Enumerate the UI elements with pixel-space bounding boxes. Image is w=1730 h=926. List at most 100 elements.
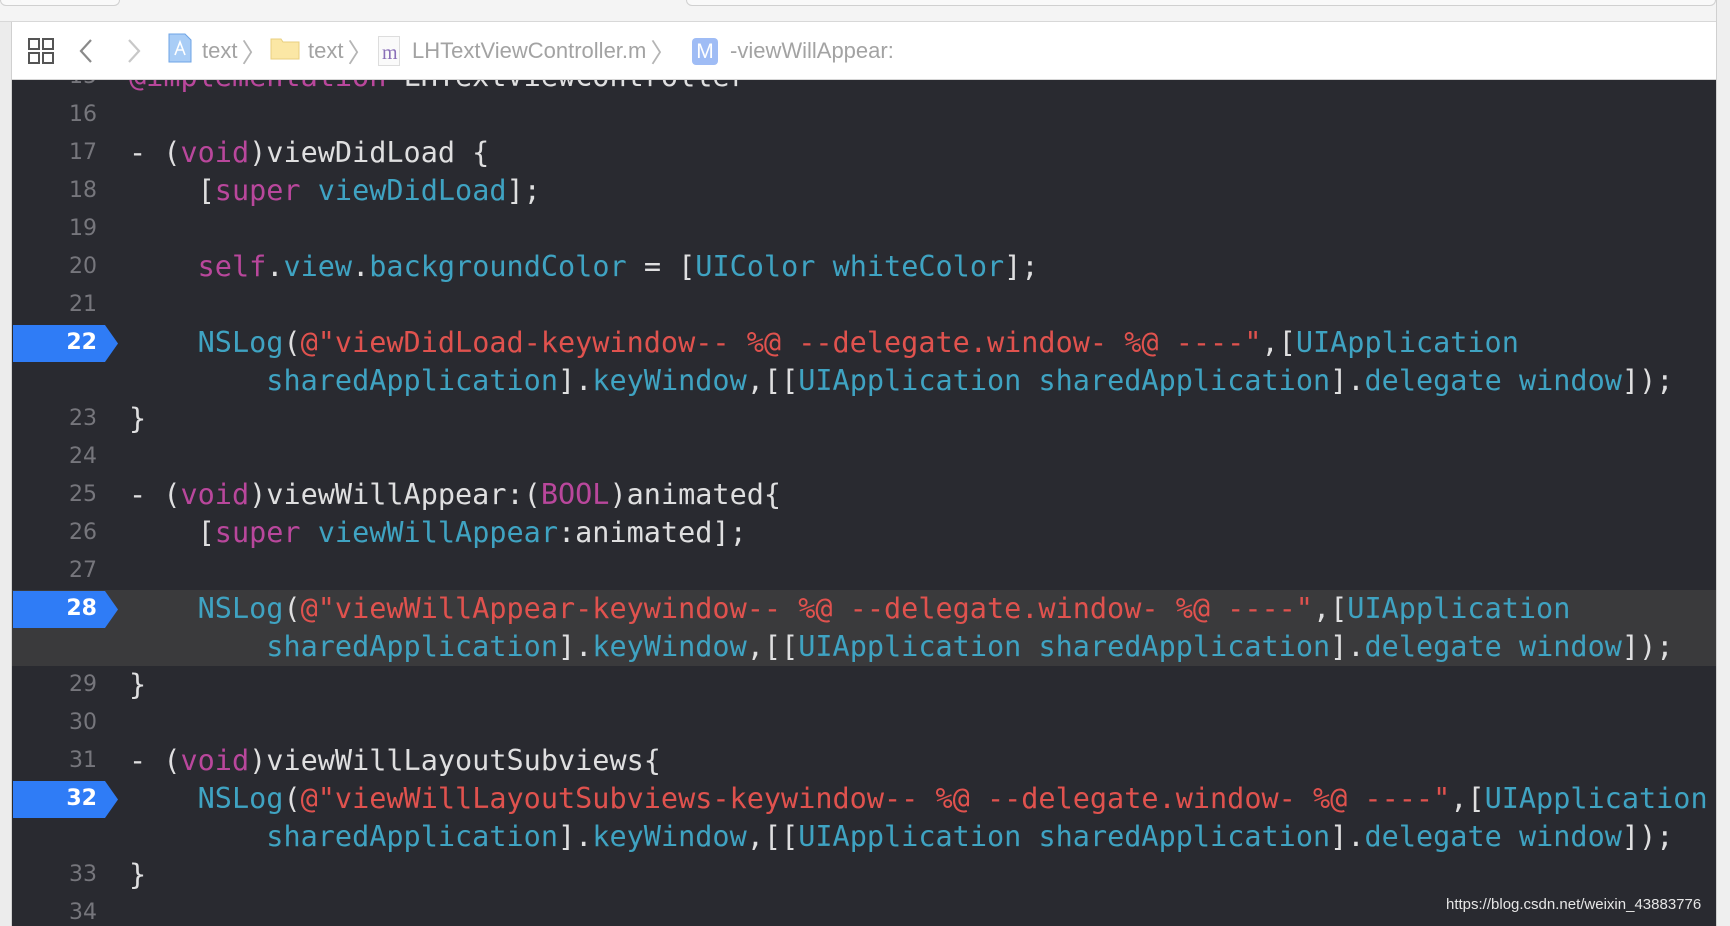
identifier-token: sharedApplication: [266, 364, 558, 397]
code-line[interactable]: 27: [12, 552, 1716, 590]
line-number[interactable]: 32: [12, 780, 97, 818]
keyword-token: void: [180, 744, 250, 777]
code-line[interactable]: 31 - (void)viewWillLayoutSubviews{: [12, 742, 1716, 780]
tab-bar: [0, 0, 1730, 22]
tab[interactable]: [0, 0, 120, 6]
code-line[interactable]: 18 [super viewDidLoad];: [12, 172, 1716, 210]
code-line[interactable]: 19: [12, 210, 1716, 248]
scrollbar[interactable]: [1716, 0, 1730, 926]
code-line[interactable]: 28 NSLog(@"viewWillAppear-keywindow-- %@…: [12, 590, 1716, 628]
code-line[interactable]: 30: [12, 704, 1716, 742]
identifier-token: delegate: [1364, 364, 1502, 397]
code-line[interactable]: 24: [12, 438, 1716, 476]
line-number[interactable]: 28: [12, 590, 97, 628]
identifier-token: sharedApplication: [1038, 630, 1331, 663]
code-text: [super viewDidLoad];: [129, 172, 541, 210]
line-number[interactable]: 24: [12, 438, 97, 476]
string-token: @"viewWillAppear-keywindow-- %@ --delega…: [300, 592, 1313, 625]
code-text: sharedApplication].keyWindow,[[UIApplica…: [129, 362, 1673, 400]
identifier-token: viewWillAppear: [317, 516, 558, 549]
crumb-project[interactable]: text 〉: [168, 22, 267, 80]
identifier-token: sharedApplication: [266, 820, 558, 853]
line-number[interactable]: 19: [12, 210, 97, 248]
line-number[interactable]: 30: [12, 704, 97, 742]
line-number[interactable]: 26: [12, 514, 97, 552]
line-number[interactable]: 23: [12, 400, 97, 438]
line-number[interactable]: 15: [12, 80, 97, 96]
identifier-token: window: [1518, 364, 1622, 397]
plain-token: ];: [506, 174, 541, 207]
identifier-token: UIApplication: [798, 630, 1022, 663]
identifier-token: viewDidLoad: [317, 174, 507, 207]
code-line-continuation[interactable]: sharedApplication].keyWindow,[[UIApplica…: [12, 628, 1716, 666]
plain-token: [: [129, 174, 215, 207]
identifier-token: window: [1518, 630, 1622, 663]
identifier-token: whiteColor: [832, 250, 1005, 283]
line-number[interactable]: 21: [12, 286, 97, 324]
plain-token: - (: [129, 136, 181, 169]
line-number[interactable]: 17: [12, 134, 97, 172]
plain-token: .: [266, 250, 284, 283]
keyword-token: @implementation: [129, 80, 386, 93]
related-items-grid-icon[interactable]: [27, 22, 55, 80]
identifier-token: NSLog: [197, 326, 284, 359]
code-line[interactable]: 15 @implementation LHTextViewController: [12, 80, 1716, 96]
line-number[interactable]: 20: [12, 248, 97, 286]
crumb-file[interactable]: m LHTextViewController.m 〉: [378, 22, 676, 80]
file-badge: m: [382, 42, 398, 64]
code-line[interactable]: 21: [12, 286, 1716, 324]
back-chevron-icon[interactable]: [78, 22, 94, 80]
line-number[interactable]: 31: [12, 742, 97, 780]
code-text: NSLog(@"viewWillAppear-keywindow-- %@ --…: [129, 590, 1571, 628]
line-number[interactable]: 34: [12, 894, 97, 926]
code-editor[interactable]: 15 @implementation LHTextViewController 16…: [12, 80, 1716, 926]
identifier-token: UIColor: [695, 250, 816, 283]
line-number[interactable]: 25: [12, 476, 97, 514]
plain-token: [: [129, 516, 215, 549]
code-line-continuation[interactable]: sharedApplication].keyWindow,[[UIApplica…: [12, 362, 1716, 400]
line-number[interactable]: 16: [12, 96, 97, 134]
plain-token: :animated];: [557, 516, 747, 549]
plain-token: ,[[: [746, 820, 799, 853]
plain-token: ];: [1004, 250, 1039, 283]
crumb-folder[interactable]: text 〉: [270, 22, 373, 80]
plain-token: ].: [1330, 630, 1365, 663]
crumb-separator-icon: 〉: [347, 37, 374, 68]
identifier-token: UIApplication: [798, 364, 1022, 397]
plain-token: LHTextViewController: [386, 80, 747, 93]
code-line[interactable]: 20 self.view.backgroundColor = [UIColor …: [12, 248, 1716, 286]
plain-token: ]);: [1621, 820, 1674, 853]
line-number[interactable]: 27: [12, 552, 97, 590]
line-number[interactable]: 33: [12, 856, 97, 894]
plain-token: )viewDidLoad {: [249, 136, 490, 169]
code-line[interactable]: 22 NSLog(@"viewDidLoad-keywindow-- %@ --…: [12, 324, 1716, 362]
identifier-token: sharedApplication: [266, 630, 558, 663]
tab[interactable]: [686, 0, 1716, 6]
crumb-label: text: [308, 38, 344, 63]
line-number[interactable]: 22: [12, 324, 97, 362]
code-line[interactable]: 16: [12, 96, 1716, 134]
code-line[interactable]: 23}: [12, 400, 1716, 438]
objc-file-icon: m: [378, 36, 400, 66]
line-number[interactable]: 29: [12, 666, 97, 704]
watermark: https://blog.csdn.net/weixin_43883776: [1446, 896, 1702, 913]
code-line[interactable]: 33}: [12, 856, 1716, 894]
code-line[interactable]: 25 - (void)viewWillAppear:(BOOL)animated{: [12, 476, 1716, 514]
identifier-token: sharedApplication: [1038, 364, 1331, 397]
code-text: self.view.backgroundColor = [UIColor whi…: [129, 248, 1039, 286]
code-line-continuation[interactable]: sharedApplication].keyWindow,[[UIApplica…: [12, 818, 1716, 856]
plain-token: - (: [129, 478, 181, 511]
code-line[interactable]: 17 - (void)viewDidLoad {: [12, 134, 1716, 172]
forward-chevron-icon[interactable]: [126, 22, 142, 80]
code-line[interactable]: 26 [super viewWillAppear:animated];: [12, 514, 1716, 552]
keyword-token: self: [197, 250, 267, 283]
code-line[interactable]: 29}: [12, 666, 1716, 704]
code-text: sharedApplication].keyWindow,[[UIApplica…: [129, 818, 1673, 856]
line-number[interactable]: 18: [12, 172, 97, 210]
plain-token: ,[[: [746, 630, 799, 663]
crumb-method[interactable]: M -viewWillAppear:: [692, 22, 894, 80]
code-line[interactable]: 32 NSLog(@"viewWillLayoutSubviews-keywin…: [12, 780, 1716, 818]
